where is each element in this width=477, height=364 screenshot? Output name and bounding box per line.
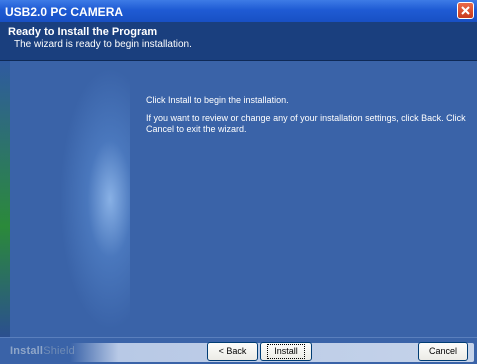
instruction-line-1: Click Install to begin the installation. (146, 95, 289, 105)
instruction-line-2: If you want to review or change any of y… (146, 113, 466, 134)
close-button[interactable] (457, 2, 474, 19)
brand-bold: Install (10, 345, 44, 357)
installshield-logo: InstallShield (10, 345, 75, 357)
close-icon (461, 6, 470, 15)
installer-window: USB2.0 PC CAMERA Ready to Install the Pr… (0, 0, 477, 364)
wizard-header: Ready to Install the Program The wizard … (0, 22, 477, 61)
back-button-label: < Back (218, 346, 247, 356)
back-button[interactable]: < Back (207, 342, 258, 361)
cancel-button-label: Cancel (428, 346, 457, 356)
window-title: USB2.0 PC CAMERA (5, 5, 124, 19)
title-bar[interactable]: USB2.0 PC CAMERA (0, 0, 477, 22)
background-strip (0, 61, 10, 337)
header-title: Ready to Install the Program (8, 26, 158, 38)
content-text: Click Install to begin the installation.… (146, 95, 471, 142)
install-button[interactable]: Install (260, 342, 312, 361)
header-subtitle: The wizard is ready to begin installatio… (14, 39, 192, 50)
cancel-button[interactable]: Cancel (418, 342, 468, 361)
install-button-label: Install (267, 344, 305, 359)
decorative-glow (10, 61, 130, 337)
